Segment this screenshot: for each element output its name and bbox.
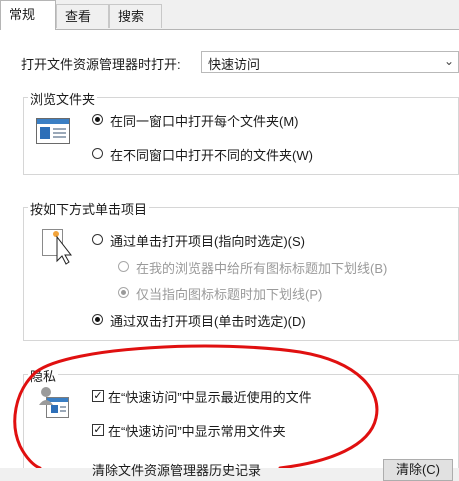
tab-view-label: 查看	[65, 9, 92, 24]
open-explorer-dropdown[interactable]: 快速访问 ⌄	[201, 51, 459, 73]
radio-same-window-label: 在同一窗口中打开每个文件夹(M)	[110, 114, 299, 129]
clear-history-label: 清除文件资源管理器历史记录	[92, 463, 262, 478]
radio-underline-always-label: 在我的浏览器中给所有图标标题加下划线(B)	[136, 261, 388, 276]
checkbox-recent-files-label: 在“快速访问”中显示最近使用的文件	[108, 390, 312, 405]
click-items-title: 按如下方式单击项目	[28, 199, 150, 218]
tab-search[interactable]: 搜索	[109, 4, 162, 28]
radio-double-click-label: 通过双击打开项目(单击时选定)(D)	[110, 314, 306, 329]
radio-new-window[interactable]	[92, 148, 103, 159]
tab-general-label: 常规	[9, 7, 36, 22]
chevron-down-icon: ⌄	[443, 54, 454, 68]
radio-underline-hover[interactable]	[118, 287, 129, 298]
radio-underline-always[interactable]	[118, 261, 129, 272]
privacy-title: 隐私	[28, 366, 59, 385]
tab-bar: 常规 查看 搜索	[0, 0, 459, 30]
open-explorer-selected: 快速访问	[208, 57, 261, 72]
tab-search-label: 搜索	[118, 9, 145, 24]
radio-double-click[interactable]	[92, 314, 103, 325]
open-explorer-label: 打开文件资源管理器时打开:	[21, 57, 181, 72]
clear-history-button[interactable]: 清除(C)	[383, 459, 453, 481]
radio-single-click-label: 通过单击打开项目(指向时选定)(S)	[110, 234, 305, 249]
privacy-people-icon	[39, 387, 69, 418]
clear-history-button-label: 清除(C)	[395, 462, 441, 477]
radio-underline-hover-label: 仅当指向图标标题时加下划线(P)	[136, 287, 323, 302]
checkbox-recent-files[interactable]: ✓	[92, 390, 104, 402]
tab-view[interactable]: 查看	[56, 4, 109, 28]
checkbox-frequent-folders[interactable]: ✓	[92, 424, 104, 436]
cursor-click-icon	[42, 229, 72, 265]
folder-window-icon	[36, 118, 70, 144]
radio-single-click[interactable]	[92, 234, 103, 245]
radio-new-window-label: 在不同窗口中打开不同的文件夹(W)	[110, 148, 313, 163]
tab-general[interactable]: 常规	[0, 0, 56, 30]
checkbox-frequent-folders-label: 在“快速访问”中显示常用文件夹	[108, 424, 286, 439]
radio-same-window[interactable]	[92, 114, 103, 125]
browse-folders-title: 浏览文件夹	[28, 89, 98, 108]
